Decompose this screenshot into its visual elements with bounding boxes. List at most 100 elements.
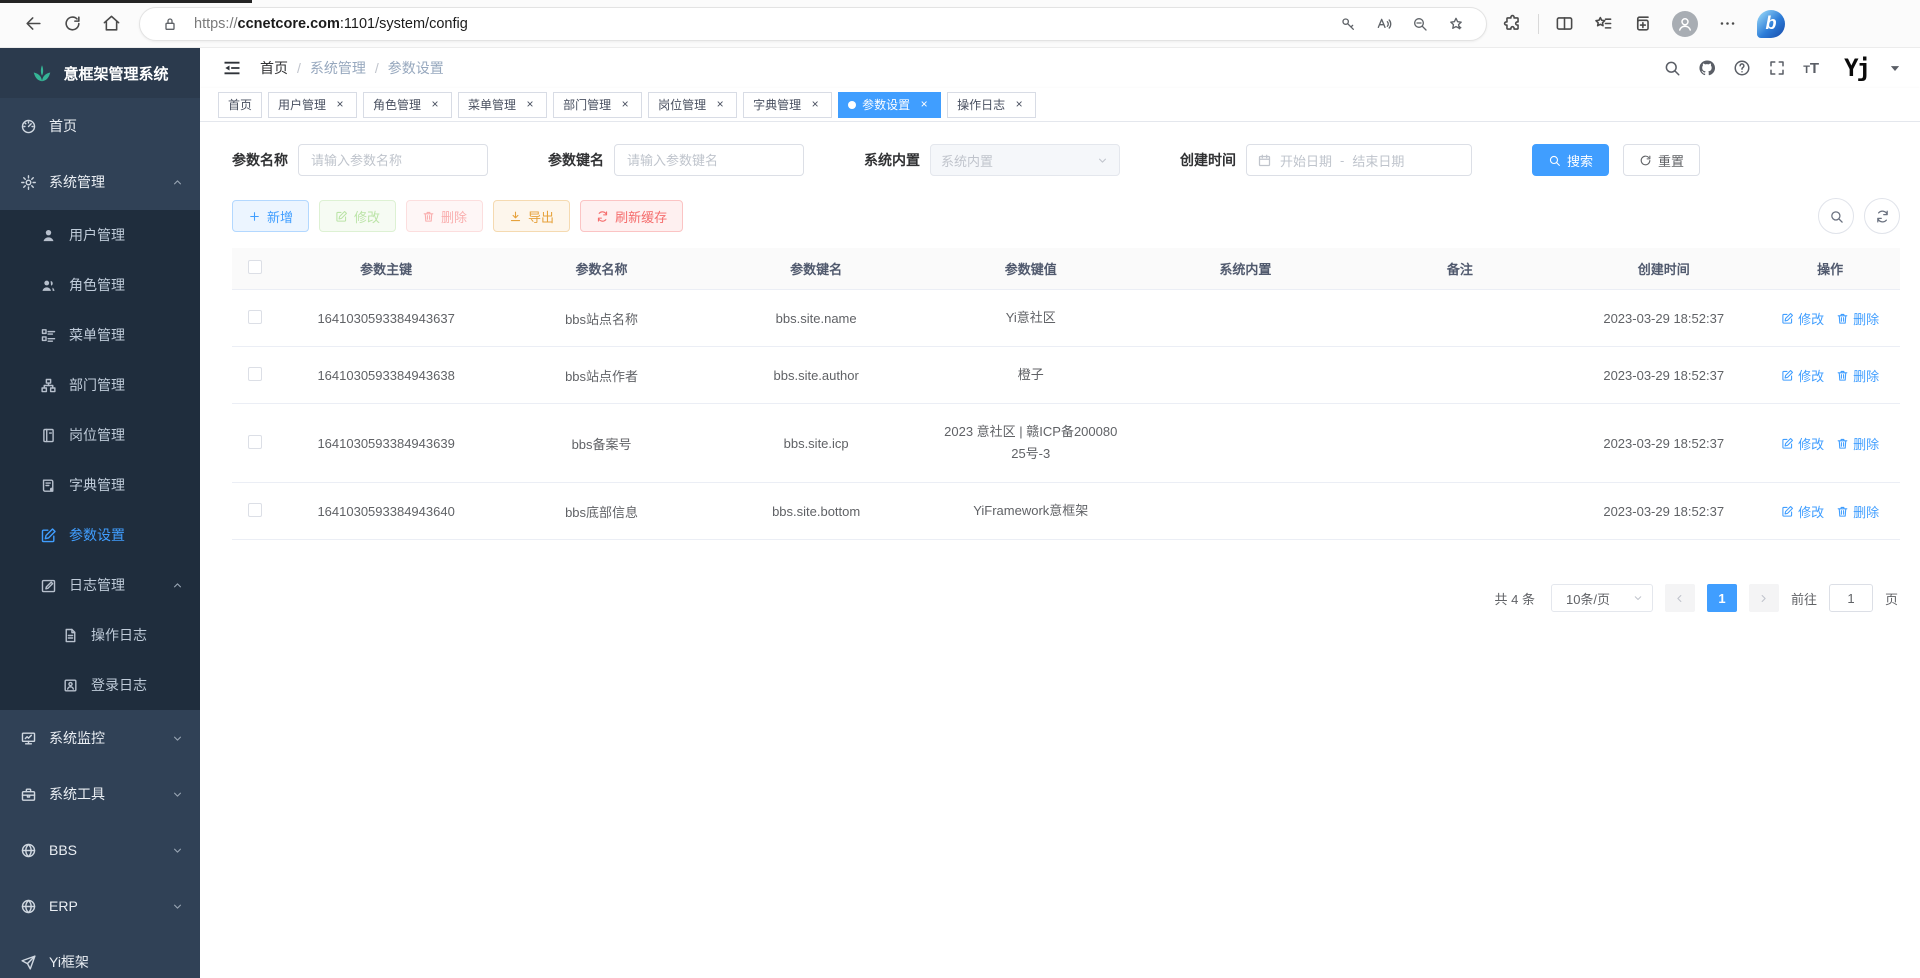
sidebar-item-bbs[interactable]: BBS (0, 822, 200, 878)
sidebar-item-yi[interactable]: Yi框架 (0, 934, 200, 978)
page-1-button[interactable]: 1 (1707, 584, 1737, 612)
tab-close-icon[interactable]: × (333, 98, 347, 112)
collections-icon[interactable] (1633, 14, 1652, 33)
read-aloud-icon[interactable] (1376, 16, 1392, 32)
sidebar-item-config[interactable]: 参数设置 (0, 510, 200, 560)
browser-refresh-icon[interactable] (63, 14, 82, 33)
dashboard-icon (20, 118, 37, 135)
row-modify-link[interactable]: 修改 (1781, 366, 1824, 385)
row-modify-link[interactable]: 修改 (1781, 434, 1824, 453)
search-button[interactable]: 搜索 (1532, 144, 1609, 176)
sidebar-item-erp[interactable]: ERP (0, 878, 200, 934)
row-actions: 修改删除 (1760, 404, 1900, 483)
user-caret-icon[interactable] (1886, 59, 1904, 77)
header-search-icon[interactable] (1663, 59, 1681, 77)
sidebar-item-operlog[interactable]: 操作日志 (0, 610, 200, 660)
select-all-checkbox[interactable] (248, 260, 262, 274)
next-page-button[interactable] (1749, 584, 1779, 612)
sidebar-item-role[interactable]: 角色管理 (0, 260, 200, 310)
address-bar[interactable]: https://ccnetcore.com:1101/system/config (139, 7, 1487, 41)
breadcrumb-item[interactable]: 首页 (260, 58, 288, 78)
tab-close-icon[interactable]: × (917, 98, 931, 112)
sidebar-item-post[interactable]: 岗位管理 (0, 410, 200, 460)
trash-icon (422, 210, 435, 223)
page-size-select[interactable]: 10条/页 (1551, 584, 1653, 612)
row-delete-link[interactable]: 删除 (1836, 366, 1879, 385)
sidebar-item-dept[interactable]: 部门管理 (0, 360, 200, 410)
sidebar-item-user[interactable]: 用户管理 (0, 210, 200, 260)
tab-dept[interactable]: 部门管理× (553, 92, 642, 118)
tab-label: 用户管理 (278, 96, 326, 113)
sidebar-item-menu[interactable]: 菜单管理 (0, 310, 200, 360)
sidebar-item-monitor[interactable]: 系统监控 (0, 710, 200, 766)
export-button[interactable]: 导出 (493, 200, 570, 232)
add-button[interactable]: 新增 (232, 200, 309, 232)
edit-button[interactable]: 修改 (319, 200, 396, 232)
reset-button[interactable]: 重置 (1623, 144, 1700, 176)
favorite-add-icon[interactable] (1448, 16, 1464, 32)
tab-close-icon[interactable]: × (428, 98, 442, 112)
person-icon (1676, 15, 1694, 33)
fullscreen-icon[interactable] (1768, 59, 1786, 77)
favorites-icon[interactable] (1594, 14, 1613, 33)
row-delete-link[interactable]: 删除 (1836, 502, 1879, 521)
url-text[interactable]: https://ccnetcore.com:1101/system/config (194, 16, 1330, 32)
tab-post[interactable]: 岗位管理× (648, 92, 737, 118)
row-checkbox[interactable] (248, 503, 262, 517)
tab-close-icon[interactable]: × (808, 98, 822, 112)
font-size-icon[interactable]: TT (1803, 60, 1819, 77)
refresh-cache-button[interactable]: 刷新缓存 (580, 200, 683, 232)
param-name-input[interactable] (298, 144, 488, 176)
profile-avatar[interactable] (1672, 11, 1698, 37)
row-delete-link[interactable]: 删除 (1836, 434, 1879, 453)
help-icon[interactable] (1733, 59, 1751, 77)
tab-config[interactable]: 参数设置× (838, 92, 941, 118)
extensions-icon[interactable] (1503, 14, 1522, 33)
sidebar-item-log[interactable]: 日志管理 (0, 560, 200, 610)
param-key-input[interactable] (614, 144, 804, 176)
sidebar-item-system[interactable]: 系统管理 (0, 154, 200, 210)
row-checkbox[interactable] (248, 310, 262, 324)
app-logo[interactable]: 意框架管理系统 (0, 48, 200, 98)
copilot-icon[interactable]: b (1757, 10, 1785, 38)
sidebar-item-tool[interactable]: 系统工具 (0, 766, 200, 822)
tab-user[interactable]: 用户管理 × (268, 92, 357, 118)
tab-close-icon[interactable]: × (618, 98, 632, 112)
zoom-out-icon[interactable] (1412, 16, 1428, 32)
github-icon[interactable] (1698, 59, 1716, 77)
sidebar-item-loginlog[interactable]: 登录日志 (0, 660, 200, 710)
date-range-picker[interactable]: 开始日期 - 结束日期 (1246, 144, 1472, 176)
tab-home[interactable]: 首页 (218, 92, 262, 118)
browser-more-icon[interactable] (1718, 14, 1737, 33)
row-checkbox[interactable] (248, 367, 262, 381)
calendar-icon (1257, 153, 1272, 168)
sidebar-fold-icon[interactable] (222, 58, 242, 78)
tab-close-icon[interactable]: × (523, 98, 537, 112)
sidebar-item-dict[interactable]: 字典管理 (0, 460, 200, 510)
browser-home-icon[interactable] (102, 14, 121, 33)
plant-logo-icon (31, 62, 53, 84)
tab-dict[interactable]: 字典管理× (743, 92, 832, 118)
table-refresh-button[interactable] (1864, 198, 1900, 234)
row-modify-link[interactable]: 修改 (1781, 309, 1824, 328)
goto-page-input[interactable] (1829, 584, 1873, 612)
row-checkbox[interactable] (248, 435, 262, 449)
split-screen-icon[interactable] (1555, 14, 1574, 33)
builtin-select[interactable]: 系统内置 (930, 144, 1120, 176)
table-search-button[interactable] (1818, 198, 1854, 234)
tab-close-icon[interactable]: × (1012, 98, 1026, 112)
sidebar-item-home[interactable]: 首页 (0, 98, 200, 154)
delete-button[interactable]: 删除 (406, 200, 483, 232)
tab-menu[interactable]: 菜单管理× (458, 92, 547, 118)
browser-back-icon[interactable] (24, 14, 43, 33)
password-icon[interactable] (1340, 16, 1356, 32)
tab-close-icon[interactable]: × (713, 98, 727, 112)
row-modify-link[interactable]: 修改 (1781, 502, 1824, 521)
prev-page-button[interactable] (1665, 584, 1695, 612)
row-delete-link[interactable]: 删除 (1836, 309, 1879, 328)
user-logo[interactable]: Yj (1844, 54, 1869, 82)
toolbar-row: 新增修改删除导出刷新缓存 (232, 198, 1900, 234)
tab-role[interactable]: 角色管理× (363, 92, 452, 118)
chevron-down-icon (171, 900, 184, 913)
tab-operlog[interactable]: 操作日志× (947, 92, 1036, 118)
